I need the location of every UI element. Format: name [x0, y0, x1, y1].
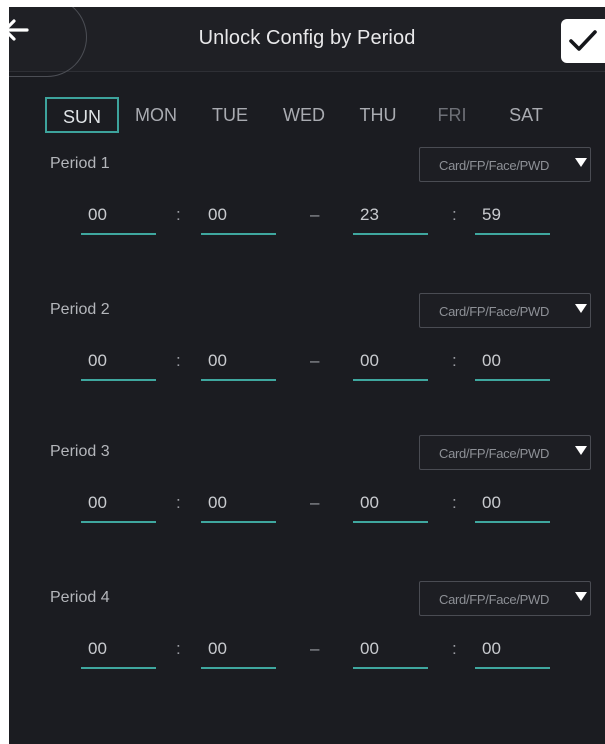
unlock-mode-value: Card/FP/Face/PWD: [439, 158, 550, 173]
end-hour-value: 00: [360, 493, 379, 512]
end-minute-field[interactable]: 00: [475, 633, 550, 669]
tab-wed[interactable]: WED: [267, 97, 341, 133]
colon-separator: :: [176, 639, 181, 658]
period-label: Period 2: [50, 301, 110, 318]
range-dash: –: [310, 205, 320, 224]
checkmark-icon: [569, 30, 597, 51]
colon-separator: :: [452, 351, 457, 370]
tab-sun[interactable]: SUN: [45, 97, 119, 133]
header-bar: Unlock Config by Period: [9, 7, 605, 77]
start-minute-field[interactable]: 00: [201, 633, 276, 669]
period-row: Period 3 Card/FP/Face/PWD 00 : 00 – 00 :…: [9, 435, 605, 575]
confirm-button[interactable]: [561, 19, 605, 63]
start-minute-value: 00: [208, 639, 227, 658]
tab-tue[interactable]: TUE: [193, 97, 267, 133]
unlock-mode-dropdown[interactable]: Card/FP/Face/PWD: [419, 147, 591, 182]
period-label: Period 1: [50, 155, 110, 172]
colon-separator: :: [452, 639, 457, 658]
tab-mon[interactable]: MON: [119, 97, 193, 133]
start-hour-field[interactable]: 00: [81, 345, 156, 381]
tab-fri[interactable]: FRI: [415, 97, 489, 133]
range-dash: –: [310, 493, 320, 512]
end-minute-field[interactable]: 00: [475, 345, 550, 381]
end-minute-field[interactable]: 59: [475, 199, 550, 235]
range-dash: –: [310, 351, 320, 370]
dropdown-arrow-icon: [575, 592, 587, 601]
dropdown-arrow-icon: [575, 304, 587, 313]
end-minute-value: 00: [482, 493, 501, 512]
end-minute-field[interactable]: 00: [475, 487, 550, 523]
end-hour-value: 23: [360, 205, 379, 224]
period-label: Period 4: [50, 589, 110, 606]
end-hour-field[interactable]: 00: [353, 487, 428, 523]
unlock-mode-dropdown[interactable]: Card/FP/Face/PWD: [419, 581, 591, 616]
start-minute-field[interactable]: 00: [201, 345, 276, 381]
start-minute-field[interactable]: 00: [201, 487, 276, 523]
tab-sat[interactable]: SAT: [489, 97, 563, 133]
end-hour-field[interactable]: 00: [353, 633, 428, 669]
dropdown-arrow-icon: [575, 158, 587, 167]
end-minute-value: 00: [482, 639, 501, 658]
colon-separator: :: [176, 205, 181, 224]
start-hour-field[interactable]: 00: [81, 633, 156, 669]
unlock-mode-value: Card/FP/Face/PWD: [439, 592, 550, 607]
start-minute-field[interactable]: 00: [201, 199, 276, 235]
end-minute-value: 59: [482, 205, 501, 224]
start-hour-value: 00: [88, 493, 107, 512]
start-hour-field[interactable]: 00: [81, 199, 156, 235]
end-hour-value: 00: [360, 639, 379, 658]
colon-separator: :: [176, 351, 181, 370]
start-minute-value: 00: [208, 493, 227, 512]
start-hour-field[interactable]: 00: [81, 487, 156, 523]
colon-separator: :: [452, 205, 457, 224]
tab-thu[interactable]: THU: [341, 97, 415, 133]
unlock-mode-dropdown[interactable]: Card/FP/Face/PWD: [419, 293, 591, 328]
start-hour-value: 00: [88, 351, 107, 370]
end-hour-field[interactable]: 23: [353, 199, 428, 235]
period-row: Period 4 Card/FP/Face/PWD 00 : 00 – 00 :…: [9, 581, 605, 721]
period-row: Period 1 Card/FP/Face/PWD 00 : 00 – 23 :…: [9, 147, 605, 287]
end-minute-value: 00: [482, 351, 501, 370]
end-hour-field[interactable]: 00: [353, 345, 428, 381]
weekday-tabs: SUN MON TUE WED THU FRI SAT: [45, 97, 565, 135]
start-minute-value: 00: [208, 205, 227, 224]
unlock-mode-dropdown[interactable]: Card/FP/Face/PWD: [419, 435, 591, 470]
unlock-mode-value: Card/FP/Face/PWD: [439, 304, 550, 319]
period-label: Period 3: [50, 443, 110, 460]
period-row: Period 2 Card/FP/Face/PWD 00 : 00 – 00 :…: [9, 293, 605, 433]
range-dash: –: [310, 639, 320, 658]
colon-separator: :: [176, 493, 181, 512]
page-title: Unlock Config by Period: [198, 27, 416, 49]
unlock-mode-value: Card/FP/Face/PWD: [439, 446, 550, 461]
unlock-config-screen: Unlock Config by Period SUN MON TUE WED …: [9, 7, 605, 744]
start-hour-value: 00: [88, 205, 107, 224]
start-hour-value: 00: [88, 639, 107, 658]
colon-separator: :: [452, 493, 457, 512]
dropdown-arrow-icon: [575, 446, 587, 455]
end-hour-value: 00: [360, 351, 379, 370]
start-minute-value: 00: [208, 351, 227, 370]
